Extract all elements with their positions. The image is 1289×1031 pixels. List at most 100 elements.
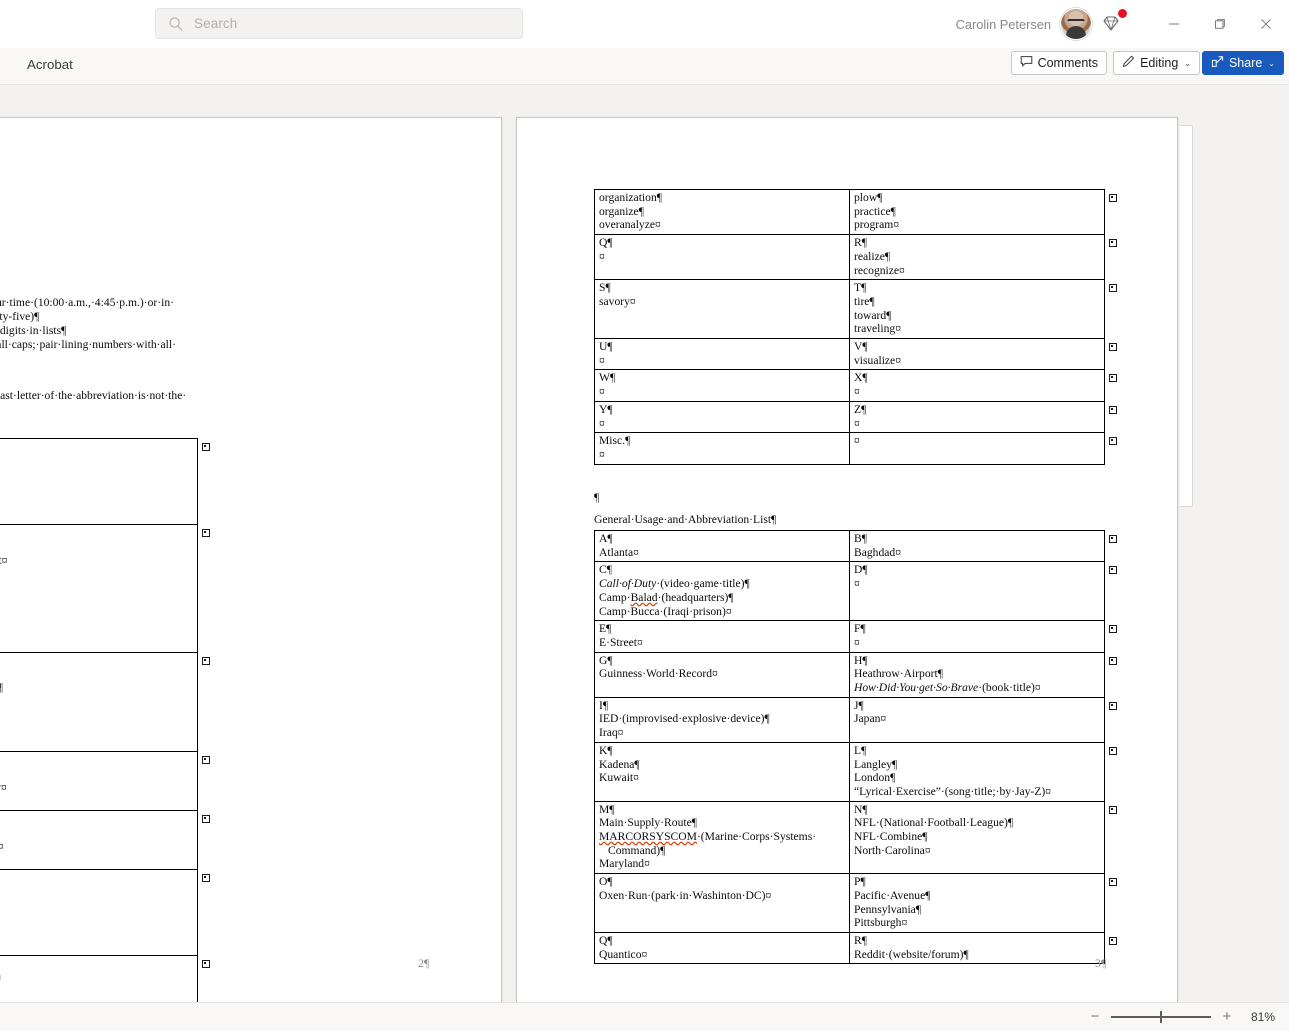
table-cell-right[interactable]: N¶neighbor¤ bbox=[0, 955, 198, 1003]
table-row[interactable]: G¶ Guinness·World·Record¤ H¶ Heathrow·Airpo… bbox=[594, 651, 1105, 698]
table-row[interactable]: Q¶ ¤ R¶ realize¶ recognize¤ bbox=[594, 234, 1105, 281]
spelling-table-left-page[interactable]: B¶behavior¤ D¶defense¶dependent¤ F¶favor… bbox=[0, 437, 198, 1003]
table-row[interactable]: H¶honor¶honorably¤ bbox=[0, 751, 198, 812]
table-cell-right[interactable]: R¶ realize¶ recognize¤ bbox=[849, 234, 1105, 281]
document-page-3[interactable]: organization¶ organize¶ overanalyze¤ plow¶ p… bbox=[516, 117, 1178, 1003]
table-row[interactable]: U¶ ¤ V¶ visualize¤ bbox=[594, 338, 1105, 371]
restore-icon[interactable] bbox=[1197, 0, 1243, 48]
table-cell-right[interactable]: F¶favor¶favorable¶favorite¶forever¶forwa… bbox=[0, 651, 198, 753]
zoom-level-label[interactable]: 81% bbox=[1243, 1010, 1275, 1024]
table-cell-right[interactable]: D¶defense¶dependent¤ bbox=[0, 524, 198, 653]
general-usage-abbreviation-table[interactable]: A¶ Atlanta¤ B¶ Baghdad¤ C¶ Call·of·Duty·(vide… bbox=[594, 529, 1105, 965]
body-line-text: ·numbers·with·lowercase/all·small·caps;·… bbox=[0, 338, 176, 351]
table-cell-right[interactable]: D¶ ¤ bbox=[849, 561, 1105, 622]
table-cell-right[interactable]: H¶ Heathrow·Airport¶ How·Did·You·get·So·Br… bbox=[849, 651, 1105, 698]
table-row[interactable]: J¶jewelry¶judgment¤ bbox=[0, 810, 198, 871]
table-row[interactable]: Q¶ Quantico¤ R¶ Reddit·(website/forum)¶ bbox=[594, 931, 1105, 965]
table-row[interactable]: A¶ Atlanta¤ B¶ Baghdad¤ bbox=[594, 529, 1105, 563]
minimize-icon[interactable] bbox=[1151, 0, 1197, 48]
table-row[interactable]: I¶ IED·(improvised·explosive·device)¶ Iraq… bbox=[594, 696, 1105, 743]
document-page-2[interactable]: th·a·capital·letter·and·end·without·punc… bbox=[0, 117, 502, 1003]
table-row[interactable]: Misc.¶ ¤ ¤ bbox=[594, 432, 1105, 465]
table-cell-left[interactable]: M¶ Main·Supply·Route¶ MARCORSYSCOM·(Marine… bbox=[594, 800, 850, 875]
table-cell-line: T¶ bbox=[854, 281, 867, 295]
table-cell-right[interactable]: P¶ Pacific·Avenue¶ Pennsylvania¶ Pittsburgh… bbox=[849, 873, 1105, 933]
table-cell-right[interactable]: F¶ ¤ bbox=[849, 620, 1105, 653]
table-row[interactable]: Y¶ ¤ Z¶ ¤ bbox=[594, 400, 1105, 434]
table-cell-line: Kadena¶ bbox=[599, 757, 640, 771]
table-row[interactable]: E¶ E·Street¤ F¶ ¤ bbox=[594, 620, 1105, 653]
table-cell-right[interactable]: R¶ Reddit·(website/forum)¶ bbox=[849, 931, 1105, 965]
row-end-mark bbox=[1109, 566, 1117, 575]
document-canvas[interactable]: th·a·capital·letter·and·end·without·punc… bbox=[0, 85, 1289, 1003]
table-row[interactable]: N¶neighbor¤ bbox=[0, 955, 198, 1003]
avatar[interactable] bbox=[1060, 8, 1092, 40]
table-row[interactable]: L¶labor¶leaned¶learned¶license¤ bbox=[0, 869, 198, 957]
table-row[interactable]: O¶ Oxen·Run·(park·in·Washinton·DC)¤ P¶ Paci… bbox=[594, 873, 1105, 933]
table-cell-right[interactable]: J¶ Japan¤ bbox=[849, 696, 1105, 743]
table-cell-left[interactable]: U¶ ¤ bbox=[594, 338, 850, 371]
table-cell-left[interactable]: I¶ IED·(improvised·explosive·device)¶ Iraq… bbox=[594, 696, 850, 743]
table-cell-right[interactable]: L¶ Langley¶ London¶ “Lyrical·Exercise”·(son… bbox=[849, 741, 1105, 802]
table-cell-right[interactable]: L¶labor¶leaned¶learned¶license¤ bbox=[0, 869, 198, 957]
misspelled-word: MARCORSYSCOM bbox=[599, 830, 697, 844]
table-cell-right[interactable]: ¤ bbox=[849, 432, 1105, 465]
table-cell-line: S¶ bbox=[599, 281, 611, 295]
table-cell-left[interactable]: organization¶ organize¶ overanalyze¤ bbox=[594, 188, 850, 236]
table-cell-right[interactable]: N¶ NFL·(National·Football·League)¶ NFL·Com… bbox=[849, 800, 1105, 875]
table-cell-line: visualize¤ bbox=[854, 353, 902, 367]
italic-title: How·Did·You·get·So·Brave bbox=[854, 681, 979, 695]
table-cell-right[interactable]: plow¶ practice¶ program¤ bbox=[849, 188, 1105, 236]
zoom-slider[interactable] bbox=[1111, 1011, 1211, 1023]
account-area[interactable]: Carolin Petersen bbox=[956, 8, 1092, 40]
zoom-slider-thumb[interactable] bbox=[1160, 1011, 1162, 1023]
table-cell-left[interactable]: Misc.¶ ¤ bbox=[594, 432, 850, 465]
table-cell-line: ¤ bbox=[854, 434, 860, 448]
spelling-table-continued[interactable]: organization¶ organize¶ overanalyze¤ plow¶ p… bbox=[594, 188, 1105, 465]
share-button[interactable]: Share ⌄ bbox=[1201, 51, 1284, 75]
table-cell-left[interactable]: Y¶ ¤ bbox=[594, 400, 850, 434]
table-row[interactable]: F¶favor¶favorable¶favorite¶forever¶forwa… bbox=[0, 651, 198, 753]
close-icon[interactable] bbox=[1243, 0, 1289, 48]
zoom-out-button[interactable]: − bbox=[1088, 1009, 1102, 1024]
tab-acrobat[interactable]: Acrobat bbox=[27, 57, 73, 72]
search-input[interactable]: Search bbox=[155, 8, 523, 39]
zoom-in-button[interactable]: + bbox=[1220, 1009, 1234, 1024]
table-cell-left[interactable]: K¶ Kadena¶ Kuwait¤ bbox=[594, 741, 850, 802]
table-cell-left[interactable]: G¶ Guinness·World·Record¤ bbox=[594, 651, 850, 698]
table-cell-right[interactable]: J¶jewelry¶judgment¤ bbox=[0, 810, 198, 871]
table-row[interactable]: D¶defense¶dependent¤ bbox=[0, 524, 198, 653]
row-end-mark bbox=[202, 874, 210, 883]
table-cell-right[interactable]: X¶ ¤ bbox=[849, 369, 1105, 402]
table-cell-line: Camp·Bucca·(Iraqi·prison)¤ bbox=[599, 604, 732, 618]
table-cell-left[interactable]: Q¶ ¤ bbox=[594, 234, 850, 281]
table-row[interactable]: M¶ Main·Supply·Route¶ MARCORSYSCOM·(Marine… bbox=[594, 800, 1105, 875]
table-row[interactable]: W¶ ¤ X¶ ¤ bbox=[594, 369, 1105, 402]
editing-button[interactable]: Editing ⌄ bbox=[1113, 51, 1200, 75]
table-cell-right[interactable]: Z¶ ¤ bbox=[849, 400, 1105, 434]
table-row[interactable]: S¶ savory¤ T¶ tire¶ toward¶ traveling¤ bbox=[594, 279, 1105, 340]
table-cell-left[interactable]: Q¶ Quantico¤ bbox=[594, 931, 850, 965]
table-cell-left[interactable]: O¶ Oxen·Run·(park·in·Washinton·DC)¤ bbox=[594, 873, 850, 933]
table-row[interactable]: C¶ Call·of·Duty·(video·game·title)¶ Camp·B… bbox=[594, 561, 1105, 622]
table-row[interactable]: K¶ Kadena¶ Kuwait¤ L¶ Langley¶ London¶ “Lyrica… bbox=[594, 741, 1105, 802]
table-cell-left[interactable]: W¶ ¤ bbox=[594, 369, 850, 402]
table-cell-left[interactable]: A¶ Atlanta¤ bbox=[594, 529, 850, 563]
row-end-mark bbox=[1109, 437, 1117, 446]
table-cell-line: favorable¶ bbox=[0, 681, 3, 694]
table-cell-line: K¶ bbox=[599, 743, 613, 757]
comments-button[interactable]: Comments bbox=[1010, 51, 1107, 75]
table-cell-left[interactable]: E¶ E·Street¤ bbox=[594, 620, 850, 653]
table-cell-left[interactable]: C¶ Call·of·Duty·(video·game·title)¶ Camp·B… bbox=[594, 561, 850, 622]
table-cell-right[interactable]: B¶behavior¤ bbox=[0, 437, 198, 526]
table-cell-right[interactable]: B¶ Baghdad¤ bbox=[849, 529, 1105, 563]
table-cell-right[interactable]: T¶ tire¶ toward¶ traveling¤ bbox=[849, 279, 1105, 340]
table-cell-right[interactable]: V¶ visualize¤ bbox=[849, 338, 1105, 371]
table-cell-left[interactable]: S¶ savory¤ bbox=[594, 279, 850, 340]
table-row[interactable]: B¶behavior¤ bbox=[0, 437, 198, 526]
premium-diamond-icon[interactable] bbox=[1099, 9, 1129, 37]
table-row[interactable]: organization¶ organize¶ overanalyze¤ plow¶ p… bbox=[594, 188, 1105, 236]
table-cell-line: plow¶ bbox=[854, 191, 883, 204]
table-cell-line: Q¶ bbox=[599, 933, 613, 947]
table-cell-right[interactable]: H¶honor¶honorably¤ bbox=[0, 751, 198, 812]
